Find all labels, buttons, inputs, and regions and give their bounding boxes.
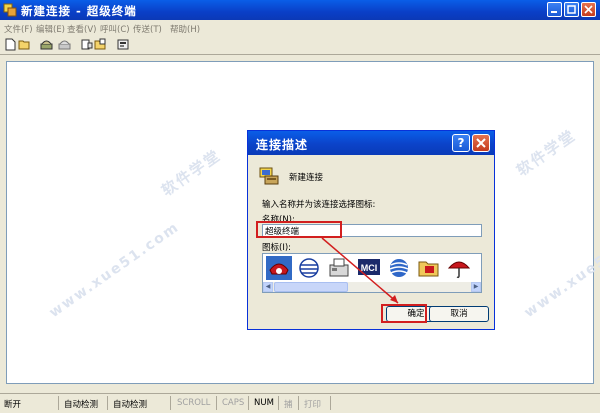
status-print: 打印 (304, 400, 322, 410)
annotation-arrow (321, 237, 399, 304)
status-num: NUM (254, 398, 274, 408)
status-capture: 捕 (284, 400, 293, 410)
status-autodetect-1: 自动检测 (64, 400, 99, 410)
status-connection: 断开 (4, 400, 22, 410)
status-autodetect-2: 自动检测 (113, 400, 148, 410)
status-caps: CAPS (222, 398, 245, 408)
status-bar: 断开 自动检测 自动检测 SCROLL CAPS NUM 捕 打印 (0, 393, 600, 413)
status-scroll: SCROLL (177, 398, 211, 408)
